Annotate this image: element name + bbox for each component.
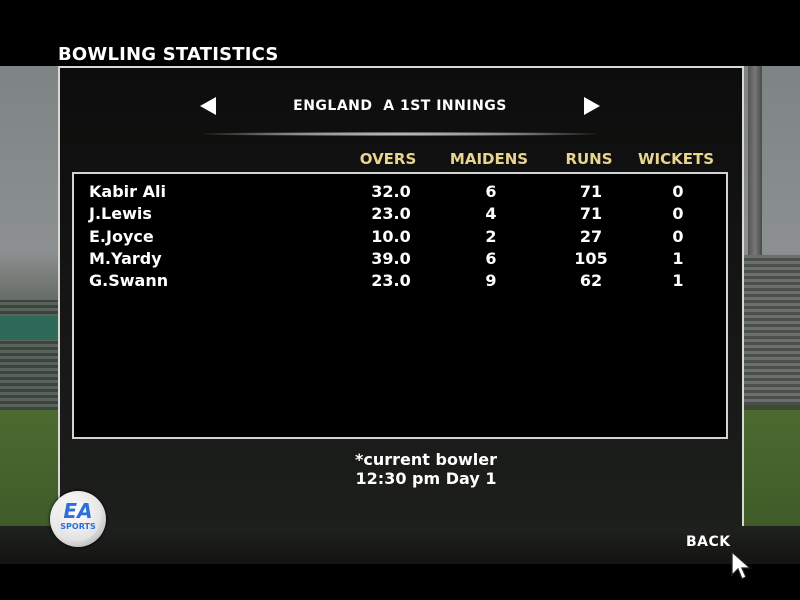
runs-value: 105 [574, 249, 608, 268]
runs-value: 71 [579, 182, 603, 201]
current-bowler-note: *current bowler [355, 450, 497, 469]
maidens-value: 9 [485, 271, 497, 290]
table-row[interactable]: Kabir Ali 32.0 6 71 0 [74, 182, 726, 204]
wickets-value: 0 [672, 204, 684, 223]
ea-logo-sub: SPORTS [60, 522, 96, 531]
ea-sports-logo: EA SPORTS [50, 491, 106, 547]
field-right [742, 410, 800, 526]
table-row[interactable]: G.Swann 23.0 9 62 1 [74, 271, 726, 293]
wickets-value: 1 [672, 271, 684, 290]
table-row[interactable]: E.Joyce 10.0 2 27 0 [74, 227, 726, 249]
overs-value: 23.0 [371, 204, 411, 223]
arrow-right-icon[interactable] [584, 97, 600, 115]
bowler-name: Kabir Ali [89, 182, 166, 201]
maidens-value: 2 [485, 227, 497, 246]
bottom-bar [0, 526, 800, 564]
runs-value: 27 [579, 227, 603, 246]
bowler-name: J.Lewis [89, 204, 152, 223]
table-row[interactable]: J.Lewis 23.0 4 71 0 [74, 204, 726, 226]
overs-value: 23.0 [371, 271, 411, 290]
floodlight-tower [748, 66, 762, 256]
column-header-runs: RUNS [565, 150, 613, 168]
wickets-value: 0 [672, 227, 684, 246]
bowling-table: Kabir Ali 32.0 6 71 0 J.Lewis 23.0 4 71 … [72, 172, 728, 439]
overs-value: 39.0 [371, 249, 411, 268]
column-header-maidens: MAIDENS [449, 150, 529, 168]
overs-value: 10.0 [371, 227, 411, 246]
wickets-value: 0 [672, 182, 684, 201]
screen-title: BOWLING STATISTICS [58, 44, 279, 65]
overs-value: 32.0 [371, 182, 411, 201]
column-header-overs: OVERS [359, 150, 417, 168]
bowler-name: M.Yardy [89, 249, 162, 268]
arrow-left-icon[interactable] [200, 97, 216, 115]
runs-value: 62 [579, 271, 603, 290]
wickets-value: 1 [672, 249, 684, 268]
ea-logo-mark: EA [63, 499, 93, 523]
stand-roof-left [0, 316, 60, 340]
divider [205, 132, 595, 136]
stand-right [742, 255, 800, 405]
maidens-value: 4 [485, 204, 497, 223]
table-row[interactable]: M.Yardy 39.0 6 105 1 [74, 249, 726, 271]
runs-value: 71 [579, 204, 603, 223]
innings-label: ENGLAND A 1ST INNINGS [293, 98, 507, 114]
maidens-value: 6 [485, 182, 497, 201]
back-button[interactable]: BACK [686, 534, 731, 550]
mouse-cursor-icon [731, 551, 752, 580]
maidens-value: 6 [485, 249, 497, 268]
bowler-name: E.Joyce [89, 227, 154, 246]
column-header-wickets: WICKETS [637, 150, 715, 168]
game-time: 12:30 pm Day 1 [355, 469, 497, 488]
bowler-name: G.Swann [89, 271, 169, 290]
